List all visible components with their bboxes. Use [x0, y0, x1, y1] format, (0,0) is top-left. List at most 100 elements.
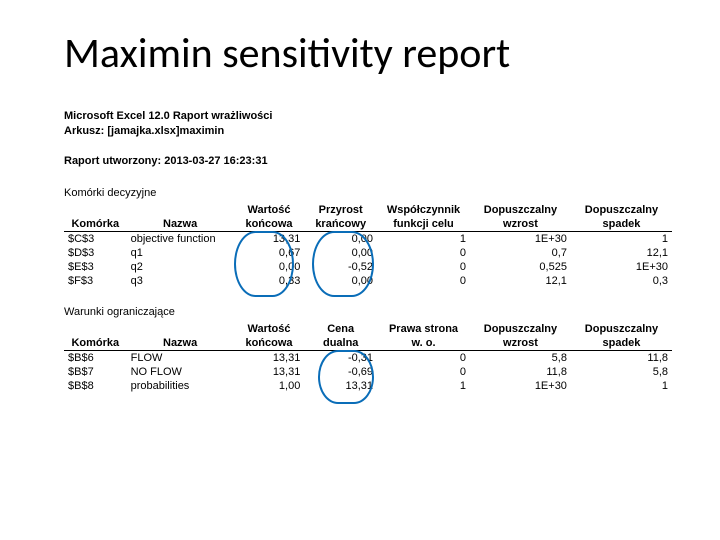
table1-header-top: Wartość Przyrost Współczynnik Dopuszczal…	[64, 203, 672, 217]
table-constraints: Wartość Cena Prawa strona Dopuszczalny D…	[64, 322, 672, 393]
allow-decrease: 5,8	[571, 365, 672, 379]
final-value: 13,31	[234, 232, 305, 247]
meta-line-2: Arkusz: [jamajka.xlsx]maximin	[64, 124, 672, 139]
rhs: 0	[377, 365, 470, 379]
cell-ref: $F$3	[64, 274, 127, 288]
cell-name: objective function	[127, 232, 234, 247]
shadow-price: -0,31	[304, 351, 377, 366]
cell-ref: $D$3	[64, 246, 127, 260]
final-value: 0,00	[234, 260, 305, 274]
cell-name: FLOW	[127, 351, 234, 366]
allow-increase: 11,8	[470, 365, 571, 379]
cell-name: NO FLOW	[127, 365, 234, 379]
allow-decrease: 0,3	[571, 274, 672, 288]
h1b1: Nazwa	[127, 217, 234, 232]
h1b0: Komórka	[64, 217, 127, 232]
h1t6: Dopuszczalny	[571, 203, 672, 217]
page-title: Maximin sensitivity report	[64, 28, 672, 79]
allow-decrease: 12,1	[571, 246, 672, 260]
table-decision-cells: Wartość Przyrost Współczynnik Dopuszczal…	[64, 203, 672, 288]
table-row: $B$7 NO FLOW 13,31 -0,69 0 11,8 5,8	[64, 365, 672, 379]
meta-line-1: Microsoft Excel 12.0 Raport wrażliwości	[64, 109, 672, 124]
h2b0: Komórka	[64, 336, 127, 351]
h2b3: dualna	[304, 336, 377, 351]
cell-name: probabilities	[127, 379, 234, 393]
h2t2: Wartość	[234, 322, 305, 336]
obj-coef: 1	[377, 232, 470, 247]
obj-coef: 0	[377, 246, 470, 260]
table-row: $F$3 q3 0,33 0,00 0 12,1 0,3	[64, 274, 672, 288]
allow-decrease: 11,8	[571, 351, 672, 366]
allow-increase: 1E+30	[470, 232, 571, 247]
cell-ref: $B$8	[64, 379, 127, 393]
table2-header-bot: Komórka Nazwa końcowa dualna w. o. wzros…	[64, 336, 672, 351]
allow-decrease: 1E+30	[571, 260, 672, 274]
allow-increase: 0,525	[470, 260, 571, 274]
table-row: $E$3 q2 0,00 -0,52 0 0,525 1E+30	[64, 260, 672, 274]
allow-increase: 5,8	[470, 351, 571, 366]
allow-increase: 1E+30	[470, 379, 571, 393]
shadow-price: -0,69	[304, 365, 377, 379]
allow-decrease: 1	[571, 232, 672, 247]
h2t0	[64, 322, 127, 336]
table-row: $B$6 FLOW 13,31 -0,31 0 5,8 11,8	[64, 351, 672, 366]
h1b6: spadek	[571, 217, 672, 232]
h2b2: końcowa	[234, 336, 305, 351]
h2t3: Cena	[304, 322, 377, 336]
h1t5: Dopuszczalny	[470, 203, 571, 217]
allow-increase: 12,1	[470, 274, 571, 288]
table-row: $B$8 probabilities 1,00 13,31 1 1E+30 1	[64, 379, 672, 393]
h2b6: spadek	[571, 336, 672, 351]
h1b2: końcowa	[234, 217, 305, 232]
report-meta: Microsoft Excel 12.0 Raport wrażliwości …	[64, 109, 672, 169]
h2t4: Prawa strona	[377, 322, 470, 336]
cell-name: q2	[127, 260, 234, 274]
final-value: 1,00	[234, 379, 305, 393]
table-row: $C$3 objective function 13,31 0,00 1 1E+…	[64, 232, 672, 247]
obj-coef: 0	[377, 274, 470, 288]
table1-wrap: Wartość Przyrost Współczynnik Dopuszczal…	[64, 203, 672, 288]
cell-name: q1	[127, 246, 234, 260]
allow-decrease: 1	[571, 379, 672, 393]
cell-ref: $C$3	[64, 232, 127, 247]
reduced-cost: 0,00	[304, 232, 377, 247]
table2-header-top: Wartość Cena Prawa strona Dopuszczalny D…	[64, 322, 672, 336]
shadow-price: 13,31	[304, 379, 377, 393]
final-value: 13,31	[234, 351, 305, 366]
h2b4: w. o.	[377, 336, 470, 351]
allow-increase: 0,7	[470, 246, 571, 260]
h1t4: Współczynnik	[377, 203, 470, 217]
final-value: 13,31	[234, 365, 305, 379]
h1b5: wzrost	[470, 217, 571, 232]
h1t0	[64, 203, 127, 217]
reduced-cost: 0,00	[304, 274, 377, 288]
h2t1	[127, 322, 234, 336]
final-value: 0,67	[234, 246, 305, 260]
section-constraints: Warunki ograniczające	[64, 306, 672, 318]
h1t3: Przyrost	[304, 203, 377, 217]
final-value: 0,33	[234, 274, 305, 288]
h2t5: Dopuszczalny	[470, 322, 571, 336]
h2t6: Dopuszczalny	[571, 322, 672, 336]
h2b1: Nazwa	[127, 336, 234, 351]
obj-coef: 0	[377, 260, 470, 274]
table1-header-bot: Komórka Nazwa końcowa krańcowy funkcji c…	[64, 217, 672, 232]
h1t2: Wartość	[234, 203, 305, 217]
reduced-cost: -0,52	[304, 260, 377, 274]
rhs: 1	[377, 379, 470, 393]
h1b4: funkcji celu	[377, 217, 470, 232]
rhs: 0	[377, 351, 470, 366]
meta-line-3: Raport utworzony: 2013-03-27 16:23:31	[64, 154, 672, 169]
cell-name: q3	[127, 274, 234, 288]
h2b5: wzrost	[470, 336, 571, 351]
cell-ref: $E$3	[64, 260, 127, 274]
slide: Maximin sensitivity report Microsoft Exc…	[0, 0, 720, 540]
h1t1	[127, 203, 234, 217]
reduced-cost: 0,00	[304, 246, 377, 260]
table-row: $D$3 q1 0,67 0,00 0 0,7 12,1	[64, 246, 672, 260]
section-decision-cells: Komórki decyzyjne	[64, 187, 672, 199]
cell-ref: $B$6	[64, 351, 127, 366]
cell-ref: $B$7	[64, 365, 127, 379]
table2-wrap: Wartość Cena Prawa strona Dopuszczalny D…	[64, 322, 672, 393]
h1b3: krańcowy	[304, 217, 377, 232]
